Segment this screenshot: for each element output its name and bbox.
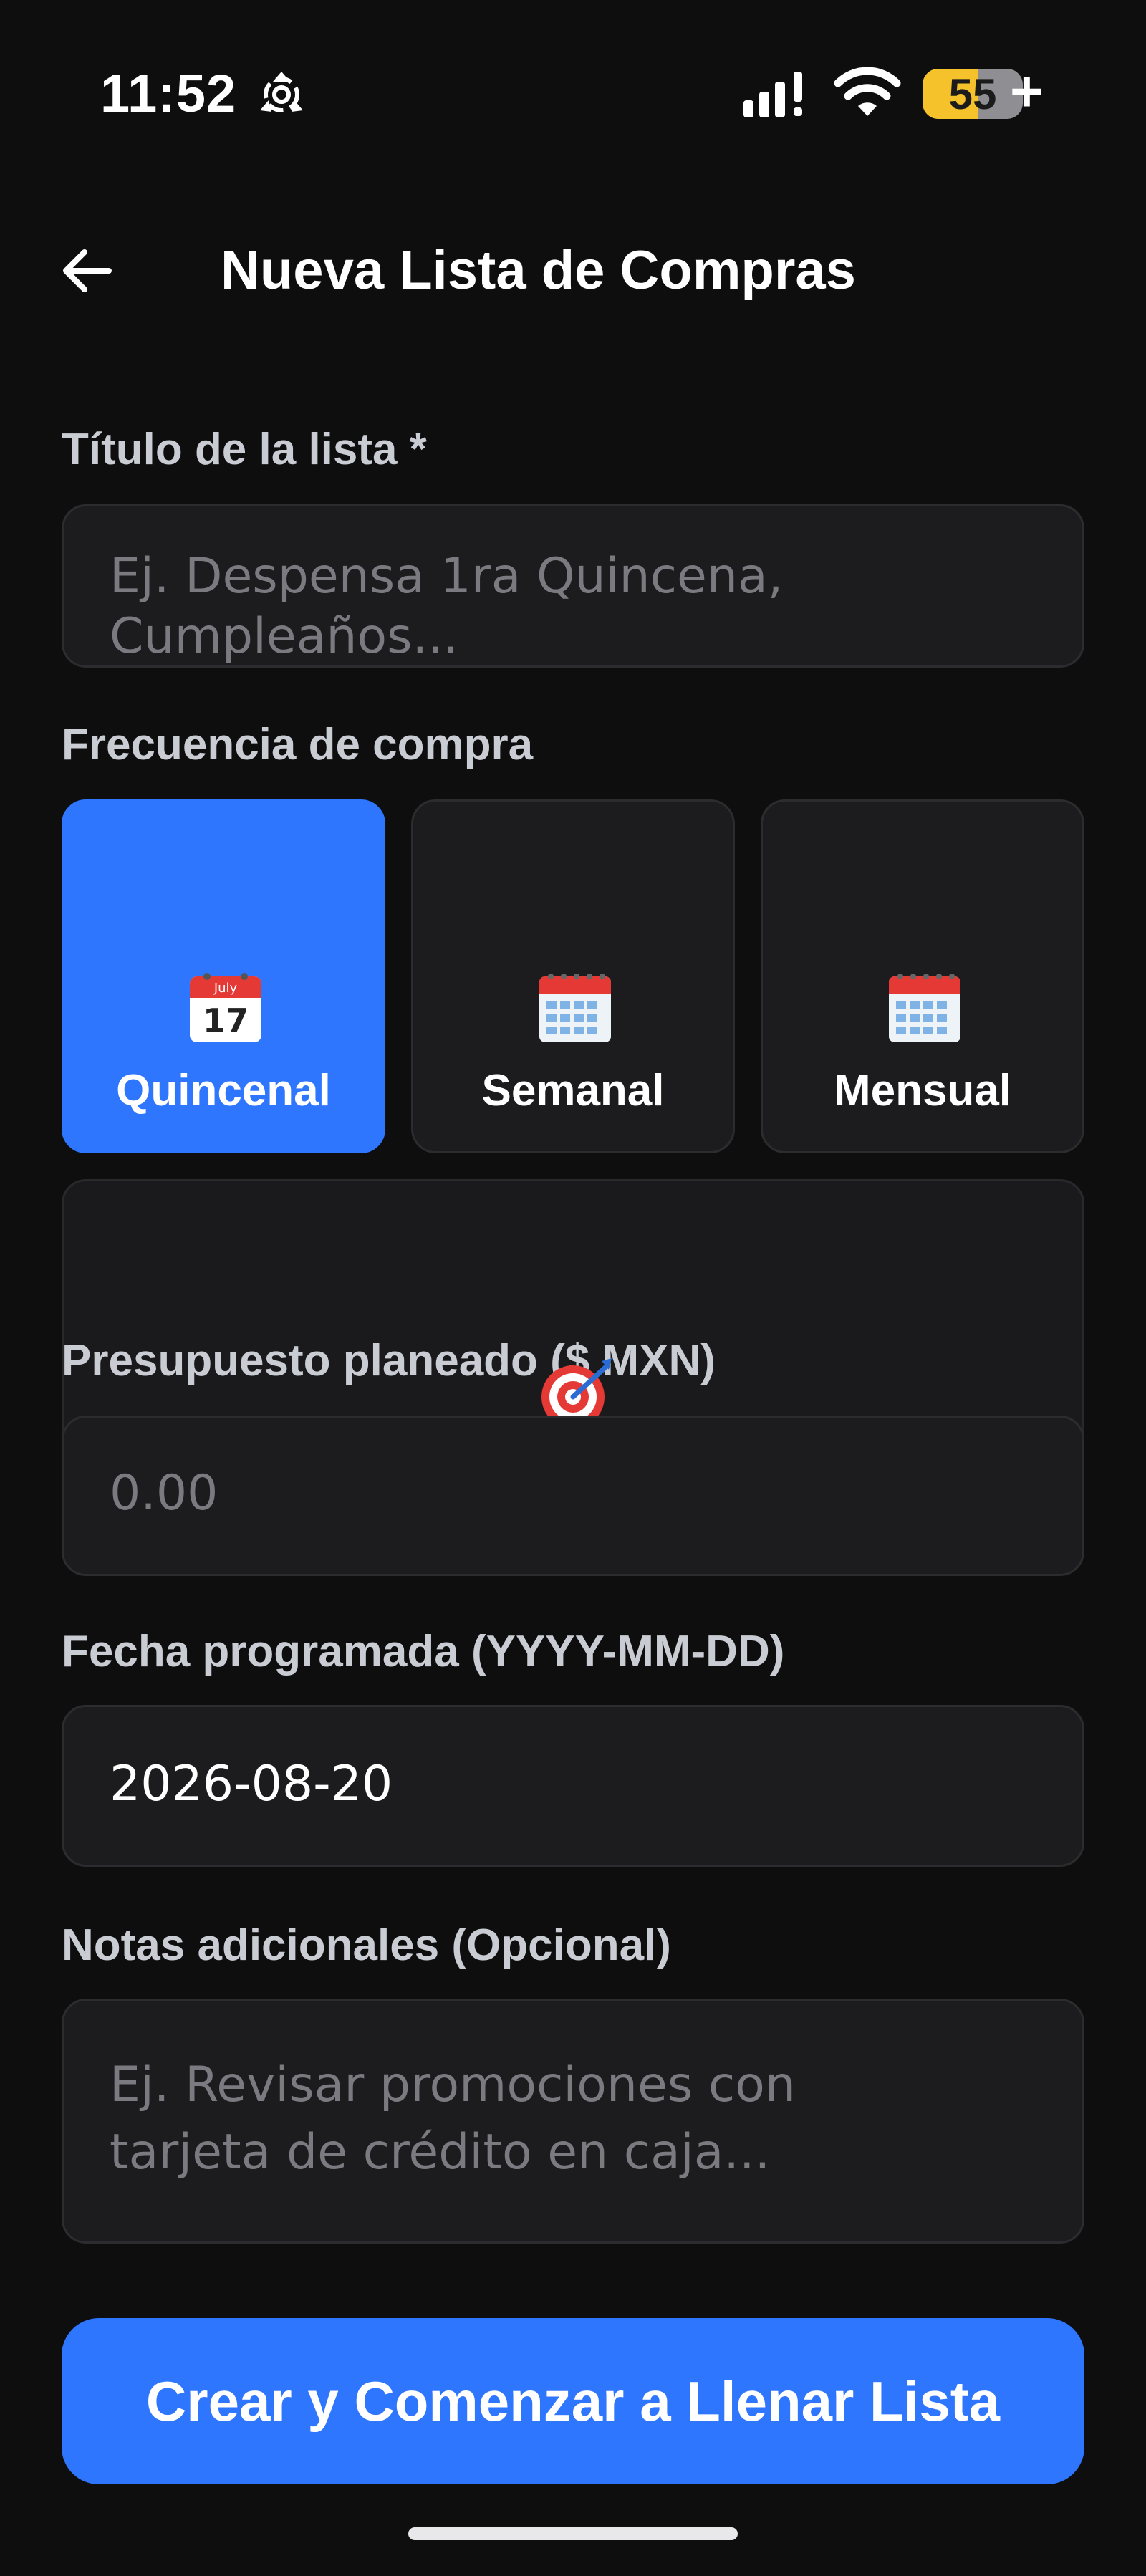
frequency-option-semanal[interactable]: Semanal xyxy=(411,799,735,1153)
title-input[interactable]: Ej. Despensa 1ra Quincena, Cumpleaños... xyxy=(62,504,1084,668)
hotspot-icon xyxy=(260,72,303,112)
title-label: Título de la lista * xyxy=(62,425,427,474)
frequency-option-label: Quincenal xyxy=(116,1066,331,1115)
date-input[interactable]: 2026-08-20 xyxy=(62,1705,1084,1867)
notes-label: Notas adicionales (Opcional) xyxy=(62,1921,671,1970)
signal-icon xyxy=(743,72,802,117)
charging-plus-icon: + xyxy=(1010,59,1044,123)
calendar-date-icon: July 17 xyxy=(190,973,261,1042)
wifi-icon xyxy=(834,67,901,116)
frequency-option-mensual[interactable]: Mensual xyxy=(761,799,1084,1153)
budget-placeholder: 0.00 xyxy=(110,1465,218,1522)
arrow-left-icon[interactable] xyxy=(59,244,113,298)
notes-textarea[interactable]: Ej. Revisar promociones con tarjeta de c… xyxy=(62,1999,1084,2244)
date-label: Fecha programada (YYYY-MM-DD) xyxy=(62,1627,785,1676)
calendar-icon xyxy=(539,974,611,1042)
battery-icon: 55 xyxy=(923,69,1023,119)
frequency-label: Frecuencia de compra xyxy=(62,720,534,769)
frequency-option-label: Semanal xyxy=(481,1066,665,1115)
frequency-option-quincenal[interactable]: July 17 Quincenal xyxy=(62,799,385,1153)
create-list-button[interactable]: Crear y Comenzar a Llenar Lista xyxy=(62,2318,1084,2484)
budget-input[interactable]: 0.00 xyxy=(62,1416,1084,1576)
date-value: 2026-08-20 xyxy=(110,1756,393,1812)
notes-placeholder-line1: Ej. Revisar promociones con xyxy=(110,2057,796,2113)
home-indicator[interactable] xyxy=(408,2527,738,2540)
svg-text:July: July xyxy=(213,981,238,996)
title-placeholder: Ej. Despensa 1ra Quincena, Cumpleaños... xyxy=(110,548,784,665)
svg-text:17: 17 xyxy=(203,1001,249,1040)
calendar-icon xyxy=(889,974,960,1042)
battery-level: 55 xyxy=(948,69,997,118)
notes-placeholder-line2: tarjeta de crédito en caja... xyxy=(110,2124,771,2181)
status-time: 11:52 xyxy=(100,64,237,123)
budget-label: Presupuesto planeado ($ MXN) xyxy=(62,1336,716,1385)
status-bar: 11:52 55 + xyxy=(0,0,1146,186)
screen: 11:52 55 + Nueva Lista de Compras Título… xyxy=(0,0,1146,2576)
page-title: Nueva Lista de Compras xyxy=(221,240,856,301)
frequency-option-label: Mensual xyxy=(833,1066,1012,1115)
